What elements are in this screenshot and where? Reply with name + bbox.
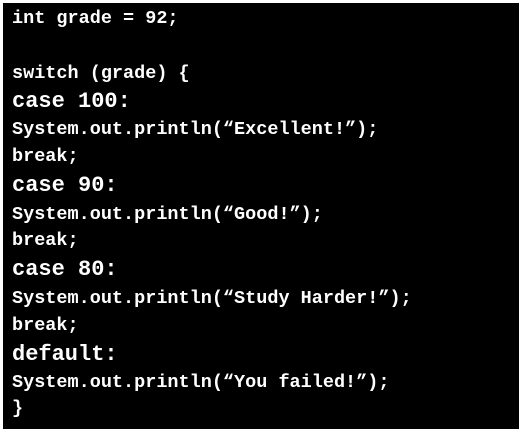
code-line-default: default: — [12, 342, 118, 367]
code-line-case-80: case 80: — [12, 257, 118, 282]
code-line-declaration: int grade = 92; — [12, 8, 179, 29]
code-line-break-1: break; — [12, 146, 79, 167]
code-line-close-brace: } — [12, 398, 24, 419]
code-line-println-failed: System.out.println(“You failed!”); — [12, 372, 390, 393]
code-line-case-90: case 90: — [12, 173, 118, 198]
code-line-break-2: break; — [12, 230, 79, 251]
code-line-println-study: System.out.println(“Study Harder!”); — [12, 288, 412, 309]
code-line-break-3: break; — [12, 315, 79, 336]
code-line-switch: switch (grade) { — [12, 63, 190, 84]
code-line-case-100: case 100: — [12, 89, 131, 114]
code-panel: int grade = 92; switch (grade) { case 10… — [3, 3, 519, 429]
code-line-println-excellent: System.out.println(“Excellent!”); — [12, 119, 379, 140]
code-line-println-good: System.out.println(“Good!”); — [12, 204, 323, 225]
